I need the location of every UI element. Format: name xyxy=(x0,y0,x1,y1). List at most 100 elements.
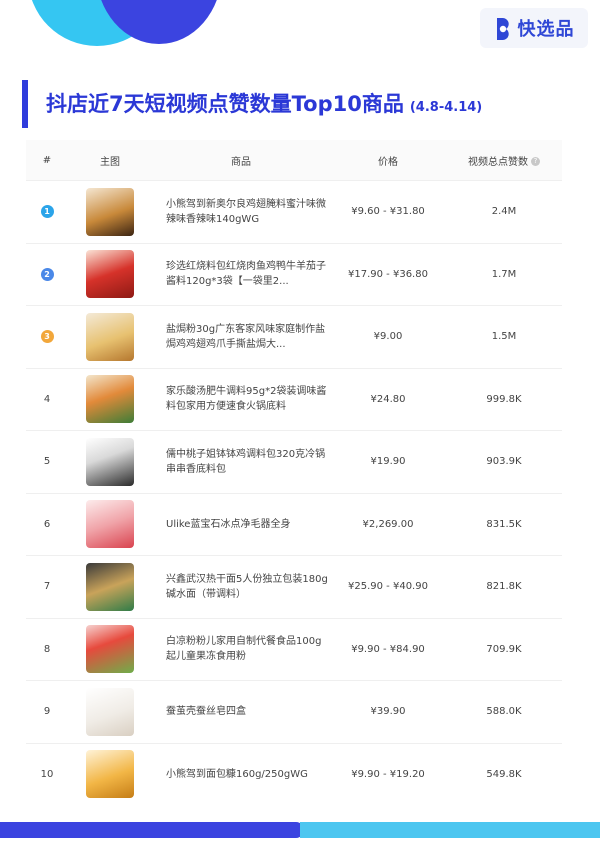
product-name[interactable]: 小熊驾到面包糠160g/250gWG xyxy=(152,767,330,782)
product-price: ¥24.80 xyxy=(370,393,406,405)
image-cell xyxy=(68,187,152,236)
date-range: (4.8-4.14) xyxy=(409,100,483,115)
image-cell xyxy=(68,562,152,611)
video-likes: 709.9K xyxy=(486,643,522,655)
table-row[interactable]: 3 盐焗粉30g广东客家风味家庭制作盐焗鸡鸡翅鸡爪手撕盐焗大... ¥9.00 1.5… xyxy=(26,305,562,368)
product-name[interactable]: 家乐酸汤肥牛调料95g*2袋装调味酱料包家用方便速食火锅底料 xyxy=(152,384,330,414)
brand-b-icon xyxy=(496,18,509,40)
product-price: ¥9.90 - ¥19.20 xyxy=(351,768,425,780)
seasoning-jar-thumbnail[interactable] xyxy=(86,187,134,236)
table-body: 1 小熊驾到新奥尔良鸡翅腌料蜜汁味微辣味香辣味140gWG ¥9.60 - ¥31.… xyxy=(26,180,562,805)
rank-cell: 4 xyxy=(26,394,68,405)
video-likes: 903.9K xyxy=(486,456,522,468)
video-likes: 1.5M xyxy=(491,331,517,343)
product-thumbnail-image xyxy=(86,375,134,424)
product-price: ¥17.90 - ¥36.80 xyxy=(348,268,428,280)
table-header: # 主图 商品 价格 视频总点赞数? xyxy=(26,140,562,180)
table-row[interactable]: 4 家乐酸汤肥牛调料95g*2袋装调味酱料包家用方便速食火锅底料 ¥24.80 999… xyxy=(26,367,562,431)
rank-number: 10 xyxy=(40,768,54,780)
rank-cell: 1 xyxy=(26,205,68,219)
jelly-powder-thumbnail[interactable] xyxy=(86,625,134,674)
product-price: ¥2,269.00 xyxy=(362,518,414,530)
rank-cell: 3 xyxy=(26,330,68,344)
rank-cell: 5 xyxy=(26,456,68,467)
bread-crumbs-thumbnail[interactable] xyxy=(86,750,134,799)
header-likes: 视频总点赞数? xyxy=(446,153,562,168)
rank-cell: 7 xyxy=(26,581,68,592)
rank-cell: 9 xyxy=(26,706,68,717)
question-circle-icon[interactable]: ? xyxy=(531,157,540,166)
rank-number: 8 xyxy=(43,643,51,655)
product-name[interactable]: 小熊驾到新奥尔良鸡翅腌料蜜汁味微辣味香辣味140gWG xyxy=(152,197,330,227)
rank-cell: 2 xyxy=(26,267,68,281)
video-likes: 821.8K xyxy=(486,581,522,593)
video-likes: 831.5K xyxy=(486,518,522,530)
footer-bar-cyan xyxy=(300,822,600,838)
product-name[interactable]: 儒中桃子姐钵钵鸡调料包320克冷锅串串香底料包 xyxy=(152,447,330,477)
rank-cell: 6 xyxy=(26,519,68,530)
rank-number: 6 xyxy=(43,518,51,530)
product-name[interactable]: 盐焗粉30g广东客家风味家庭制作盐焗鸡鸡翅鸡爪手撕盐焗大... xyxy=(152,322,330,352)
rank-number: 4 xyxy=(43,393,51,405)
page-title-text: 抖店近7天短视频点赞数量Top10商品 xyxy=(46,92,404,116)
image-cell xyxy=(68,250,152,299)
rank-number: 5 xyxy=(43,456,51,468)
product-thumbnail-image xyxy=(86,500,134,549)
rank-badge: 1 xyxy=(40,205,54,219)
rank-badge: 3 xyxy=(40,330,54,344)
table-row[interactable]: 6 Ulike蓝宝石冰点净毛器全身 ¥2,269.00 831.5K xyxy=(26,492,562,556)
table-row[interactable]: 2 珍选红烧料包红烧肉鱼鸡鸭牛羊茄子酱料120g*3袋【一袋里2... ¥17.90… xyxy=(26,242,562,306)
product-price: ¥39.90 xyxy=(370,706,406,718)
header-likes-label: 视频总点赞数 xyxy=(468,156,528,168)
table-row[interactable]: 7 兴鑫武汉热干面5人份独立包装180g碱水面（带调料） ¥25.90 - ¥40.… xyxy=(26,555,562,618)
video-likes: 1.7M xyxy=(491,268,517,280)
product-name[interactable]: 白凉粉粉儿家用自制代餐食品100g起儿童果冻食用粉 xyxy=(152,634,330,664)
product-thumbnail-image xyxy=(86,187,134,236)
product-name[interactable]: 兴鑫武汉热干面5人份独立包装180g碱水面（带调料） xyxy=(152,572,330,602)
image-cell xyxy=(68,312,152,361)
hot-dry-noodles-thumbnail[interactable] xyxy=(86,562,134,611)
product-thumbnail-image xyxy=(86,312,134,361)
sour-soup-sauce-thumbnail[interactable] xyxy=(86,375,134,424)
header-image: 主图 xyxy=(100,156,120,168)
image-cell xyxy=(68,500,152,549)
product-name[interactable]: 蚕茧壳蚕丝皂四盒 xyxy=(152,704,330,719)
table-row[interactable]: 9 蚕茧壳蚕丝皂四盒 ¥39.90 588.0K xyxy=(26,680,562,743)
product-thumbnail-image xyxy=(86,562,134,611)
header-product: 商品 xyxy=(231,156,251,168)
table-row[interactable]: 5 儒中桃子姐钵钵鸡调料包320克冷锅串串香底料包 ¥19.90 903.9K xyxy=(26,430,562,493)
braise-sauce-thumbnail[interactable] xyxy=(86,250,134,299)
footer-bar-blue xyxy=(0,822,304,838)
image-cell xyxy=(68,750,152,799)
product-price: ¥9.60 - ¥31.80 xyxy=(351,206,425,218)
title-accent-bar xyxy=(22,80,28,128)
table-row[interactable]: 8 白凉粉粉儿家用自制代餐食品100g起儿童果冻食用粉 ¥9.90 - ¥84.90… xyxy=(26,617,562,681)
video-likes: 999.8K xyxy=(486,393,522,405)
image-cell xyxy=(68,687,152,736)
rank-number: 7 xyxy=(43,581,51,593)
product-name[interactable]: Ulike蓝宝石冰点净毛器全身 xyxy=(152,517,330,532)
silk-soap-thumbnail[interactable] xyxy=(86,687,134,736)
rank-cell: 8 xyxy=(26,644,68,655)
product-name[interactable]: 珍选红烧料包红烧肉鱼鸡鸭牛羊茄子酱料120g*3袋【一袋里2... xyxy=(152,259,330,289)
table-row[interactable]: 10 小熊驾到面包糠160g/250gWG ¥9.90 - ¥19.20 549.8K xyxy=(26,742,562,806)
top10-table: # 主图 商品 价格 视频总点赞数? 1 小熊驾到新奥尔良鸡翅腌料蜜汁味微辣味香辣… xyxy=(26,140,562,805)
salt-baked-powder-thumbnail[interactable] xyxy=(86,312,134,361)
product-price: ¥9.00 xyxy=(373,331,403,343)
product-thumbnail-image xyxy=(86,437,134,486)
bobo-chicken-sauce-thumbnail[interactable] xyxy=(86,437,134,486)
video-likes: 2.4M xyxy=(491,206,517,218)
product-price: ¥19.90 xyxy=(370,456,406,468)
page-title: 抖店近7天短视频点赞数量Top10商品 (4.8-4.14) xyxy=(46,88,482,118)
image-cell xyxy=(68,437,152,486)
image-cell xyxy=(68,625,152,674)
hair-removal-device-thumbnail[interactable] xyxy=(86,500,134,549)
video-likes: 549.8K xyxy=(486,768,522,780)
brand-badge: 快选品 xyxy=(480,8,588,48)
table-row[interactable]: 1 小熊驾到新奥尔良鸡翅腌料蜜汁味微辣味香辣味140gWG ¥9.60 - ¥31.… xyxy=(26,180,562,243)
image-cell xyxy=(68,375,152,424)
header-price: 价格 xyxy=(378,156,398,168)
product-thumbnail-image xyxy=(86,687,134,736)
rank-number: 9 xyxy=(43,706,51,718)
rank-badge: 2 xyxy=(40,267,54,281)
